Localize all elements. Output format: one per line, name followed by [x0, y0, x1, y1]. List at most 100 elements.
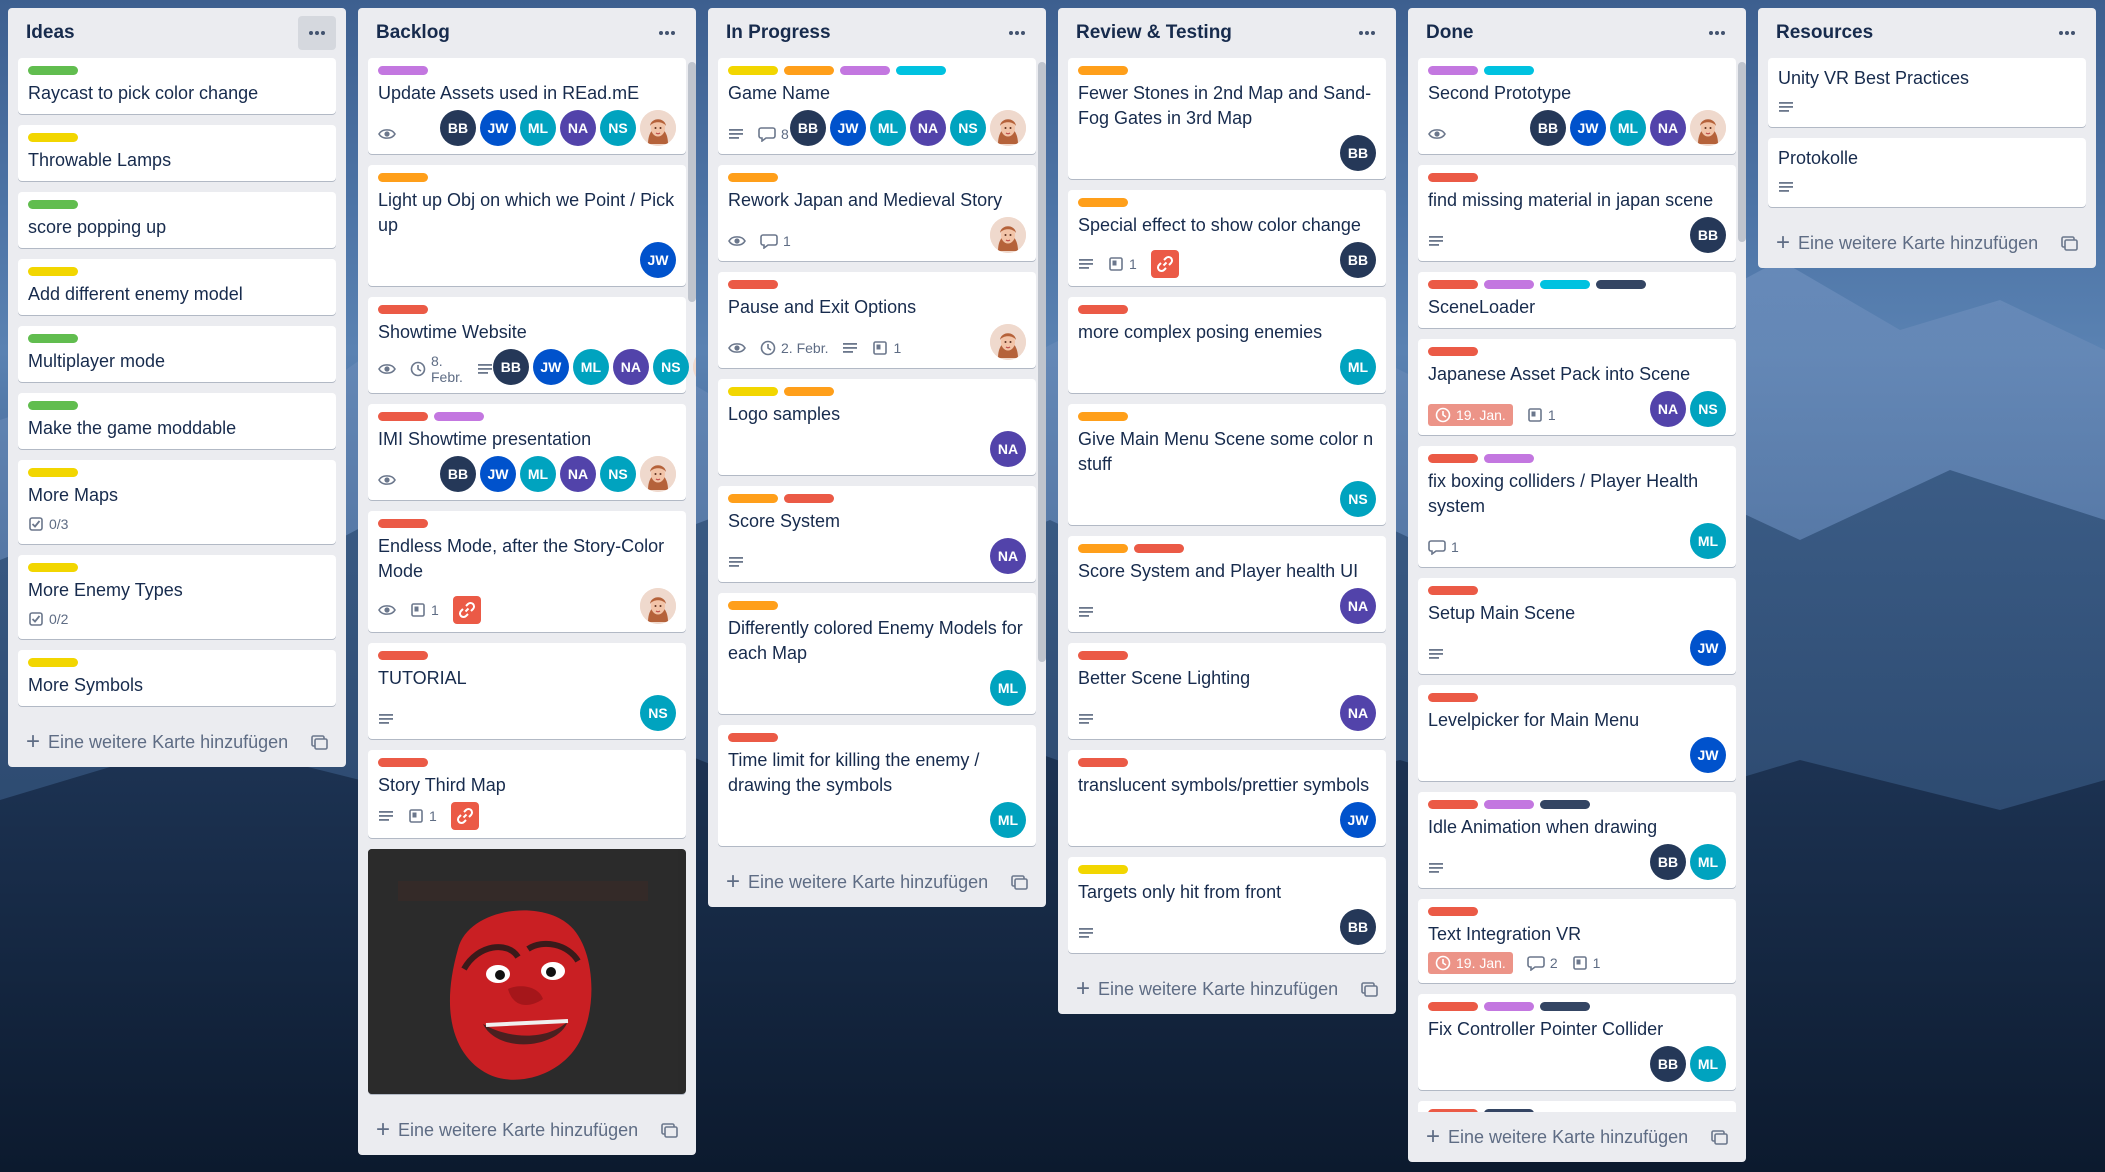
template-icon[interactable] — [2060, 235, 2078, 251]
avatar-bb[interactable]: BB — [790, 110, 826, 146]
avatar-ml[interactable]: ML — [870, 110, 906, 146]
card[interactable]: Game Name 8 BB JW ML NA NS — [718, 58, 1036, 154]
list-title[interactable]: Backlog — [376, 22, 450, 44]
label-sky[interactable] — [1540, 280, 1590, 289]
avatar-photo[interactable] — [640, 110, 676, 146]
card[interactable]: find missing material in japan scene BB — [1418, 165, 1736, 261]
card[interactable]: Better Scene Lighting NA — [1068, 643, 1386, 739]
card[interactable]: Japanese Asset Pack into Scene 19. Jan. 1 N… — [1418, 339, 1736, 435]
avatar-ml[interactable]: ML — [520, 456, 556, 492]
card[interactable]: Showtime Website 8. Febr. BB JW ML NA NS — [368, 297, 696, 393]
label-green[interactable] — [28, 66, 78, 75]
card[interactable]: Special effect to show color change 1 BB — [1068, 190, 1386, 286]
avatar-ns[interactable]: NS — [600, 456, 636, 492]
avatar-ns[interactable]: NS — [600, 110, 636, 146]
card[interactable]: Rework Japan and Medieval Story 1 — [718, 165, 1036, 261]
list-title[interactable]: Ideas — [26, 22, 75, 44]
avatar-ml[interactable]: ML — [1610, 110, 1646, 146]
card[interactable]: TUTORIAL NS — [368, 643, 686, 739]
label-red[interactable] — [728, 733, 778, 742]
label-purple[interactable] — [1484, 1002, 1534, 1011]
avatar-bb[interactable]: BB — [1340, 135, 1376, 171]
avatar-bb[interactable]: BB — [1340, 909, 1376, 945]
card[interactable]: Logo samples NA — [718, 379, 1036, 475]
avatar-bb[interactable]: BB — [1530, 110, 1566, 146]
label-red[interactable] — [1428, 1109, 1478, 1112]
avatar-na[interactable]: NA — [560, 110, 596, 146]
avatar-bb[interactable]: BB — [1650, 1046, 1686, 1082]
card[interactable]: More Enemy Types 0/2 — [18, 555, 336, 639]
avatar-ml[interactable]: ML — [990, 670, 1026, 706]
more-icon[interactable] — [648, 16, 686, 50]
label-purple[interactable] — [840, 66, 890, 75]
card[interactable]: Levelpicker for Main Menu JW — [1418, 685, 1736, 781]
avatar-na[interactable]: NA — [910, 110, 946, 146]
label-red[interactable] — [1078, 305, 1128, 314]
label-orange[interactable] — [784, 66, 834, 75]
card[interactable]: Pause and Exit Options 2. Febr. 1 — [718, 272, 1036, 368]
avatar-ml[interactable]: ML — [1690, 844, 1726, 880]
label-red[interactable] — [1134, 544, 1184, 553]
list-title[interactable]: In Progress — [726, 22, 831, 44]
avatar-na[interactable]: NA — [990, 431, 1026, 467]
label-yellow[interactable] — [28, 267, 78, 276]
avatar-ml[interactable]: ML — [990, 802, 1026, 838]
label-black[interactable] — [1596, 280, 1646, 289]
label-red[interactable] — [378, 758, 428, 767]
label-red[interactable] — [1428, 280, 1478, 289]
avatar-na[interactable]: NA — [1340, 695, 1376, 731]
scrollbar[interactable] — [688, 62, 696, 302]
label-orange[interactable] — [1078, 412, 1128, 421]
label-red[interactable] — [378, 651, 428, 660]
more-icon[interactable] — [2048, 16, 2086, 50]
card[interactable]: score popping up — [18, 192, 336, 248]
label-purple[interactable] — [1428, 66, 1478, 75]
label-red[interactable] — [1078, 651, 1128, 660]
card[interactable]: Score System and Player health UI NA — [1068, 536, 1386, 632]
card[interactable]: fix boxing colliders / Player Health sys… — [1418, 446, 1736, 567]
card[interactable]: Unity VR Best Practices — [1768, 58, 2086, 127]
date-badge[interactable]: 2. Febr. — [760, 340, 828, 356]
label-purple[interactable] — [378, 66, 428, 75]
add-card-button[interactable]: + Eine weitere Karte hinzufügen — [1408, 1112, 1746, 1162]
more-icon[interactable] — [1348, 16, 1386, 50]
card[interactable]: Idle Animation when drawing BB ML — [1418, 792, 1736, 888]
avatar-ns[interactable]: NS — [652, 349, 689, 385]
card[interactable]: Give Main Menu Scene some color n stuff N… — [1068, 404, 1386, 525]
label-yellow[interactable] — [28, 133, 78, 142]
card[interactable]: translucent symbols/prettier symbols JW — [1068, 750, 1386, 846]
date-badge[interactable]: 8. Febr. — [410, 353, 463, 385]
avatar-jw[interactable]: JW — [640, 242, 676, 278]
label-sky[interactable] — [896, 66, 946, 75]
avatar-jw[interactable]: JW — [1570, 110, 1606, 146]
label-red[interactable] — [1428, 1002, 1478, 1011]
label-orange[interactable] — [784, 387, 834, 396]
template-icon[interactable] — [1710, 1129, 1728, 1145]
avatar-jw[interactable]: JW — [480, 456, 516, 492]
card[interactable]: Make the game moddable — [18, 393, 336, 449]
avatar-ml[interactable]: ML — [1340, 349, 1376, 385]
template-icon[interactable] — [1360, 981, 1378, 997]
avatar-photo[interactable] — [640, 456, 676, 492]
label-green[interactable] — [28, 200, 78, 209]
label-red[interactable] — [784, 494, 834, 503]
card[interactable]: Targets only hit from front BB — [1068, 857, 1386, 953]
label-yellow[interactable] — [1078, 865, 1128, 874]
label-purple[interactable] — [1484, 280, 1534, 289]
avatar-ml[interactable]: ML — [520, 110, 556, 146]
card[interactable]: Protokolle — [1768, 138, 2086, 207]
label-red[interactable] — [1428, 907, 1478, 916]
add-card-button[interactable]: + Eine weitere Karte hinzufügen — [8, 717, 346, 767]
scrollbar[interactable] — [1738, 62, 1746, 242]
card[interactable]: IMI Showtime presentation BB JW ML NA NS — [368, 404, 686, 500]
card[interactable]: Add Unlock symbol & — [1418, 1101, 1736, 1112]
label-yellow[interactable] — [28, 658, 78, 667]
card[interactable]: Story Third Map 1 — [368, 750, 686, 838]
add-card-button[interactable]: + Eine weitere Karte hinzufügen — [358, 1105, 696, 1155]
avatar-ns[interactable]: NS — [1340, 481, 1376, 517]
avatar-ns[interactable]: NS — [1690, 391, 1726, 427]
list-title[interactable]: Done — [1426, 22, 1474, 44]
label-red[interactable] — [728, 280, 778, 289]
card[interactable]: Throwable Lamps — [18, 125, 336, 181]
card-cover-image[interactable] — [368, 849, 686, 1094]
